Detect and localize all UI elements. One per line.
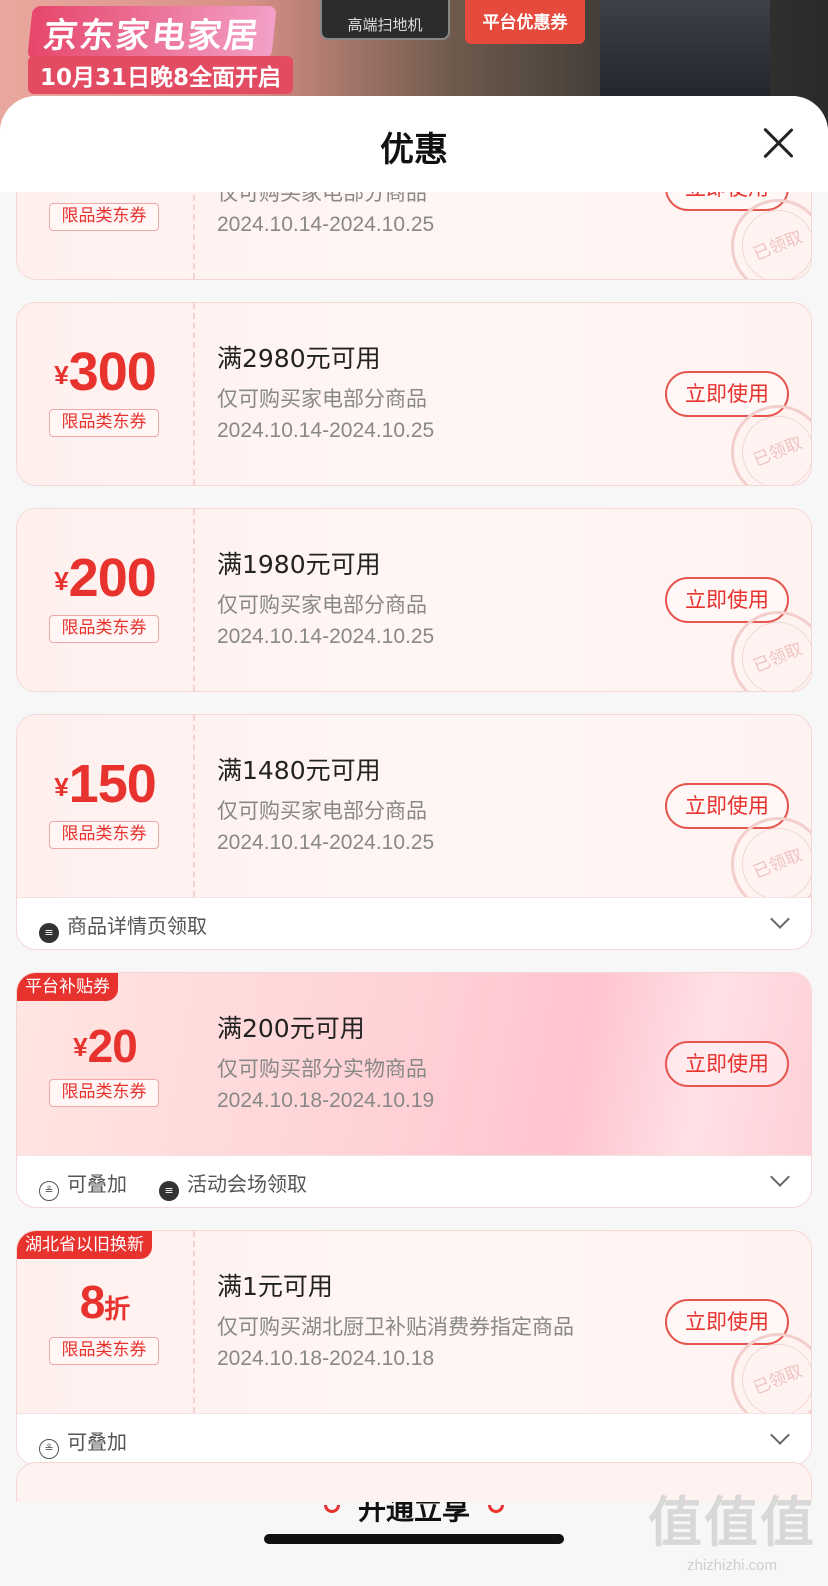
coupon-badge: 平台补贴券: [17, 973, 118, 1001]
coupon-threshold: 满1980元可用: [217, 550, 381, 579]
claim-source-label: 活动会场领取: [187, 1172, 307, 1196]
product-image: [600, 0, 770, 110]
stack-icon: ≗: [39, 1439, 59, 1459]
amount-value: 20: [87, 1020, 138, 1072]
coupon-amount: 8折: [17, 1275, 193, 1329]
currency-symbol: ¥: [54, 360, 69, 390]
coupon-threshold: 满2980元可用: [217, 344, 381, 373]
coupon-desc: 仅可购买家电部分商品: [217, 593, 427, 617]
discount-unit: 折: [104, 1294, 131, 1324]
stack-icon: ≗: [39, 1181, 59, 1201]
coupon-desc: 仅可购买家电部分商品: [217, 799, 427, 823]
coupon-card: 平台补贴券 ¥20 限品类东券 满200元可用 仅可购买部分实物商品 2024.…: [16, 972, 812, 1208]
coupon-type-tag: 限品类东券: [49, 1079, 159, 1107]
banner-subtitle: 10月31日晚8全面开启: [28, 56, 294, 94]
currency-symbol: ¥: [54, 772, 69, 802]
coupon-divider: [193, 303, 195, 485]
coupon-footer[interactable]: ≡ 商品详情页领取: [17, 897, 811, 949]
coupon-divider: [193, 509, 195, 691]
coupon-threshold: 满200元可用: [217, 1014, 365, 1043]
coupon-amount: ¥20: [17, 1019, 193, 1073]
coupon-footer[interactable]: ≗ 可叠加: [17, 1413, 811, 1465]
coupon-body: ¥300 限品类东券 满2980元可用 仅可购买家电部分商品 2024.10.1…: [17, 303, 811, 485]
coupon-divider: [193, 1231, 195, 1413]
coupon-body: ¥200 限品类东券 满1980元可用 仅可购买家电部分商品 2024.10.1…: [17, 509, 811, 691]
smile-icon: [323, 1505, 340, 1513]
coupon-amount: ¥200: [17, 547, 193, 609]
coupon-source-icon: ≡: [159, 1181, 179, 1201]
coupon-desc: 仅可购买家电部分商品: [217, 387, 427, 411]
sheet-title: 优惠: [380, 130, 448, 170]
coupon-body: ¥150 限品类东券 满1480元可用 仅可购买家电部分商品 2024.10.1…: [17, 715, 811, 926]
stackable-label: 可叠加: [67, 1430, 127, 1454]
coupon-type-tag: 限品类东券: [49, 615, 159, 643]
claim-source: ≡ 活动会场领取: [159, 1168, 307, 1201]
banner-platform-coupon[interactable]: 平台优惠券: [465, 0, 585, 44]
coupon-type-tag: 限品类东券: [49, 409, 159, 437]
banner-title: 京东家电家居: [27, 6, 277, 59]
amount-value: 8: [79, 1276, 106, 1328]
coupon-threshold: 满1480元可用: [217, 756, 381, 785]
chevron-down-icon[interactable]: [770, 1167, 790, 1187]
claim-source-label: 商品详情页领取: [67, 914, 207, 938]
coupon-amount: ¥150: [17, 753, 193, 815]
home-indicator[interactable]: [264, 1534, 564, 1544]
banner-product-label: 高端扫地机: [320, 0, 450, 40]
coupon-divider: [193, 192, 195, 279]
coupon-desc: 仅可购买部分实物商品: [217, 1057, 427, 1081]
coupon-badge: 湖北省以旧换新: [17, 1231, 152, 1259]
chevron-down-icon[interactable]: [770, 909, 790, 929]
coupon-date: 2024.10.14-2024.10.25: [217, 831, 435, 854]
coupon-date: 2024.10.14-2024.10.25: [217, 213, 435, 236]
smile-icon: [488, 1505, 504, 1513]
coupon-list[interactable]: 限品类东券 仅可购买家电部分商品 2024.10.14-2024.10.25 立…: [0, 192, 828, 1586]
coupon-date: 2024.10.14-2024.10.25: [217, 419, 435, 442]
stackable-label: 可叠加: [67, 1172, 127, 1196]
chevron-down-icon[interactable]: [770, 1425, 790, 1445]
claim-source: ≡ 商品详情页领取: [39, 910, 207, 943]
coupon-date: 2024.10.18-2024.10.19: [217, 1089, 435, 1112]
coupon-body: 限品类东券 仅可购买家电部分商品 2024.10.14-2024.10.25 立…: [17, 192, 811, 279]
coupon-amount: ¥300: [17, 341, 193, 403]
coupon-footer[interactable]: ≗ 可叠加 ≡ 活动会场领取: [17, 1155, 811, 1207]
close-icon[interactable]: [760, 126, 796, 162]
coupon-card: 湖北省以旧换新 8折 限品类东券 满1元可用 仅可购买湖北厨卫补贴消费券指定商品…: [16, 1230, 812, 1466]
coupon-body: 湖北省以旧换新 8折 限品类东券 满1元可用 仅可购买湖北厨卫补贴消费券指定商品…: [17, 1231, 811, 1442]
stackable-tag: ≗ 可叠加: [39, 1426, 127, 1459]
coupon-source-icon: ≡: [39, 923, 59, 943]
coupon-divider: [193, 715, 195, 897]
coupon-desc: 仅可购买家电部分商品: [217, 192, 427, 205]
coupon-date: 2024.10.18-2024.10.18: [217, 1347, 435, 1370]
coupon-type-tag: 限品类东券: [49, 203, 159, 231]
amount-value: 200: [68, 548, 157, 608]
amount-value: 150: [68, 754, 157, 814]
coupon-sheet: 优惠 限品类东券 仅可购买家电部分商品 2024.10.14-2024.10.2…: [0, 96, 828, 1586]
stackable-tag: ≗ 可叠加: [39, 1168, 127, 1201]
watermark-logo: 值值值: [648, 1491, 816, 1554]
coupon-date: 2024.10.14-2024.10.25: [217, 625, 435, 648]
coupon-card: ¥200 限品类东券 满1980元可用 仅可购买家电部分商品 2024.10.1…: [16, 508, 812, 692]
coupon-body: 平台补贴券 ¥20 限品类东券 满200元可用 仅可购买部分实物商品 2024.…: [17, 973, 811, 1155]
watermark-domain: zhizhizhi.com: [686, 1557, 778, 1574]
coupon-card: ¥150 限品类东券 满1480元可用 仅可购买家电部分商品 2024.10.1…: [16, 714, 812, 950]
coupon-type-tag: 限品类东券: [49, 1337, 159, 1365]
sheet-header: 优惠: [0, 96, 828, 192]
coupon-threshold: 满1元可用: [217, 1272, 333, 1301]
currency-symbol: ¥: [54, 566, 69, 596]
coupon-card: ¥300 限品类东券 满2980元可用 仅可购买家电部分商品 2024.10.1…: [16, 302, 812, 486]
use-now-button[interactable]: 立即使用: [665, 1041, 789, 1087]
coupon-type-tag: 限品类东券: [49, 821, 159, 849]
amount-value: 300: [68, 342, 157, 402]
coupon-desc: 仅可购买湖北厨卫补贴消费券指定商品: [217, 1315, 574, 1339]
currency-symbol: ¥: [73, 1032, 88, 1062]
coupon-card: 限品类东券 仅可购买家电部分商品 2024.10.14-2024.10.25 立…: [16, 192, 812, 280]
site-watermark: 值值值 zhizhizhi.com: [648, 1478, 816, 1574]
